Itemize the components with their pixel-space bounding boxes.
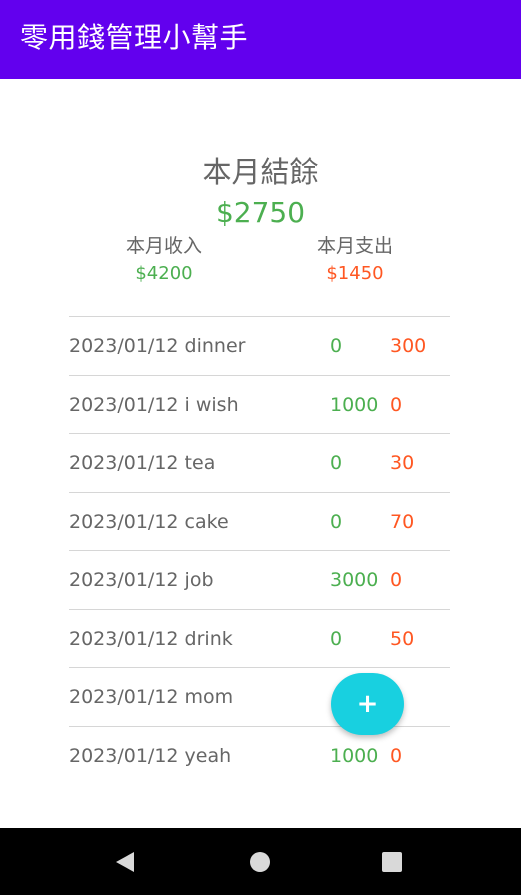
list-item[interactable]: 2023/01/12 tea 0 30 bbox=[69, 433, 450, 492]
expense-label: 本月支出 bbox=[316, 235, 393, 257]
recents-square-icon[interactable] bbox=[380, 850, 404, 874]
item-description: 2023/01/12 drink bbox=[69, 627, 233, 650]
app-bar: 零用錢管理小幫手 bbox=[0, 0, 521, 79]
main-content: 本月結餘 $2750 本月收入 $4200 本月支出 $1450 2023/01… bbox=[0, 79, 521, 828]
item-expense: 30 bbox=[390, 452, 415, 474]
item-description: 2023/01/12 i wish bbox=[69, 393, 239, 416]
item-description: 2023/01/12 mom bbox=[69, 686, 234, 708]
item-description: 2023/01/12 yeah bbox=[69, 744, 232, 767]
list-item[interactable]: 2023/01/12 yeah 1000 0 bbox=[69, 725, 450, 785]
balance-label: 本月結餘 bbox=[202, 155, 319, 189]
item-income: 0 bbox=[330, 510, 343, 533]
item-description: 2023/01/12 cake bbox=[69, 510, 229, 533]
list-item[interactable]: 2023/01/12 drink 0 50 bbox=[69, 608, 450, 668]
item-income: 0 bbox=[330, 335, 343, 357]
system-nav-bar bbox=[0, 828, 521, 895]
item-income: 1000 bbox=[330, 393, 379, 416]
item-income: 3000 bbox=[330, 569, 379, 591]
add-transaction-button[interactable]: + bbox=[331, 673, 404, 735]
expense-value: $1450 bbox=[326, 263, 384, 284]
list-item[interactable]: 2023/01/12 i wish 1000 0 bbox=[69, 374, 450, 434]
item-expense: 50 bbox=[390, 627, 415, 650]
income-label: 本月收入 bbox=[125, 235, 202, 257]
item-expense: 300 bbox=[390, 335, 427, 357]
item-expense: 0 bbox=[390, 569, 403, 591]
item-expense: 70 bbox=[390, 510, 415, 533]
back-triangle-icon[interactable] bbox=[114, 850, 138, 874]
list-item[interactable]: 2023/01/12 dinner 0 300 bbox=[69, 316, 450, 375]
app-title: 零用錢管理小幫手 bbox=[20, 21, 249, 54]
item-income: 1000 bbox=[330, 744, 379, 767]
balance-value: $2750 bbox=[215, 196, 306, 229]
item-description: 2023/01/12 tea bbox=[69, 452, 216, 474]
home-circle-icon[interactable] bbox=[248, 850, 272, 874]
item-income: 0 bbox=[330, 452, 343, 474]
item-description: 2023/01/12 job bbox=[69, 569, 214, 591]
income-value: $4200 bbox=[135, 263, 193, 284]
item-expense: 0 bbox=[390, 744, 403, 767]
list-item[interactable]: 2023/01/12 job 3000 0 bbox=[69, 550, 450, 609]
item-expense: 0 bbox=[390, 393, 403, 416]
item-description: 2023/01/12 dinner bbox=[69, 335, 246, 357]
list-item[interactable]: 2023/01/12 cake 0 70 bbox=[69, 491, 450, 551]
plus-icon: + bbox=[356, 689, 379, 719]
item-income: 0 bbox=[330, 627, 343, 650]
